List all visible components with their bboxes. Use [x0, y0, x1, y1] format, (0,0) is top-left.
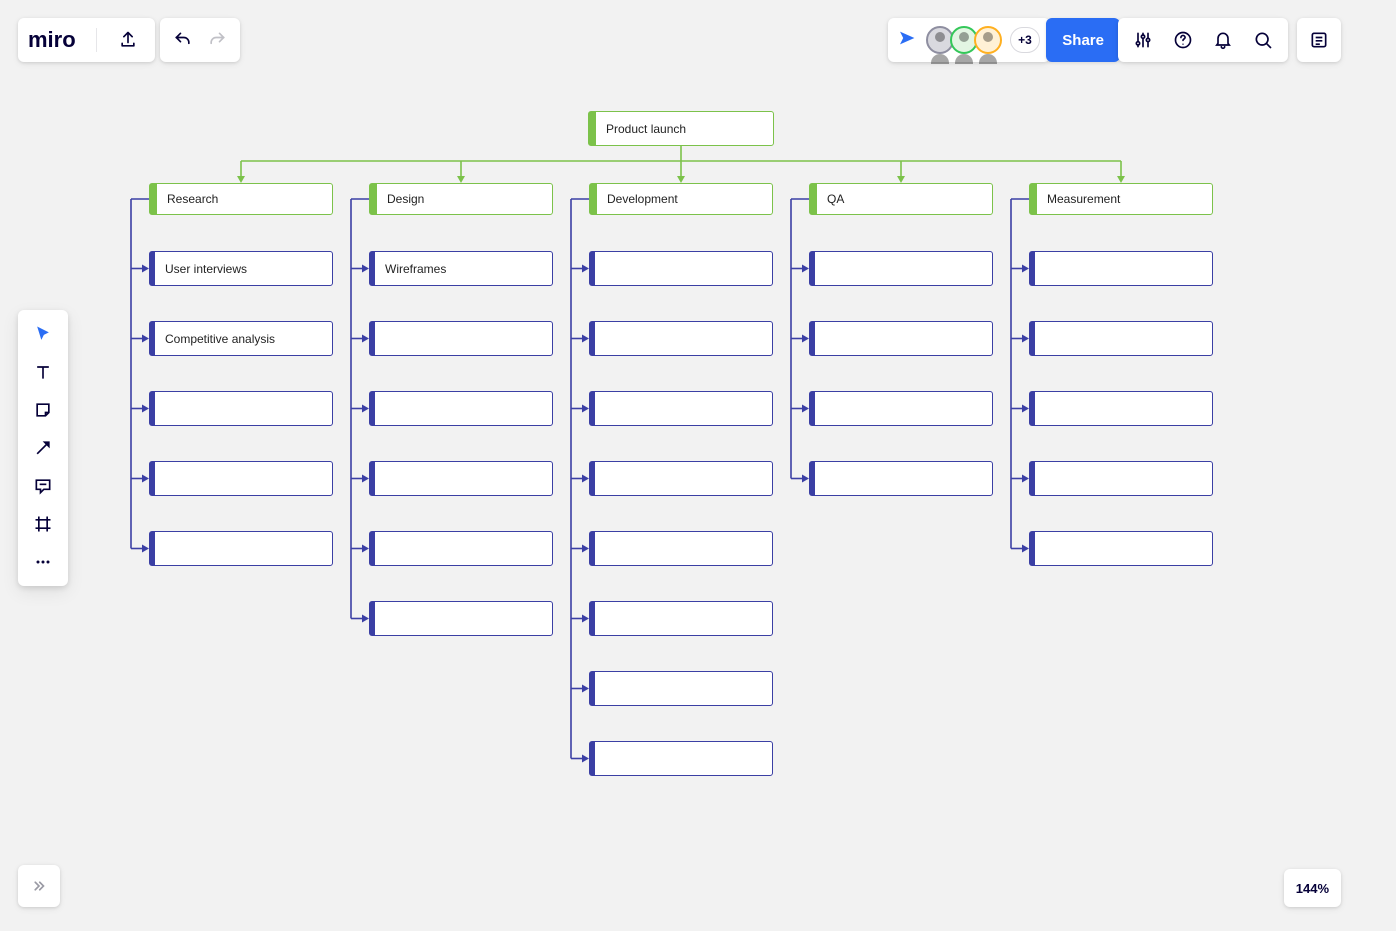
item-node[interactable]: [149, 391, 333, 426]
text-icon: [33, 362, 53, 382]
category-node[interactable]: Measurement: [1029, 183, 1213, 215]
node-label: Product launch: [606, 122, 686, 136]
collapse-toolbar-button[interactable]: [18, 865, 60, 907]
category-node[interactable]: Design: [369, 183, 553, 215]
help-button[interactable]: [1166, 23, 1200, 57]
item-node[interactable]: [589, 671, 773, 706]
search-icon: [1253, 30, 1273, 50]
comment-icon: [33, 476, 53, 496]
root-node[interactable]: Product launch: [588, 111, 774, 146]
sliders-icon: [1133, 30, 1153, 50]
item-node[interactable]: [1029, 391, 1213, 426]
avatars-more[interactable]: +3: [1010, 27, 1040, 53]
bell-icon: [1213, 30, 1233, 50]
sticky-note-tool[interactable]: [23, 392, 63, 428]
item-node[interactable]: User interviews: [149, 251, 333, 286]
item-node[interactable]: [809, 461, 993, 496]
text-tool[interactable]: [23, 354, 63, 390]
item-node[interactable]: [589, 251, 773, 286]
item-node[interactable]: [589, 741, 773, 776]
node-label: Competitive analysis: [165, 332, 275, 346]
node-label: User interviews: [165, 262, 247, 276]
export-button[interactable]: [111, 23, 145, 57]
item-node[interactable]: Wireframes: [369, 251, 553, 286]
category-node[interactable]: QA: [809, 183, 993, 215]
cursor-icon: [33, 324, 53, 344]
node-label: Measurement: [1047, 192, 1120, 206]
more-tools[interactable]: [23, 544, 63, 580]
divider: [96, 28, 97, 52]
undo-button[interactable]: [166, 23, 200, 57]
item-node[interactable]: [589, 531, 773, 566]
item-node[interactable]: [369, 531, 553, 566]
share-button[interactable]: Share: [1046, 18, 1120, 62]
item-node[interactable]: [1029, 321, 1213, 356]
undo-icon: [173, 30, 193, 50]
side-toolbar: [18, 310, 68, 586]
frame-tool[interactable]: [23, 506, 63, 542]
app-panel: miro: [18, 18, 155, 62]
item-node[interactable]: [589, 321, 773, 356]
redo-icon: [207, 30, 227, 50]
avatars: [926, 26, 1002, 54]
canvas[interactable]: Product launch Research User interviews Com…: [0, 0, 1396, 931]
zoom-indicator[interactable]: 144%: [1284, 869, 1341, 907]
sticky-note-icon: [33, 400, 53, 420]
comment-tool[interactable]: [23, 468, 63, 504]
chevrons-right-icon: [30, 877, 48, 895]
dots-icon: [33, 552, 53, 572]
search-button[interactable]: [1246, 23, 1280, 57]
history-panel: [160, 18, 240, 62]
node-label: Design: [387, 192, 424, 206]
item-node[interactable]: [149, 461, 333, 496]
node-label: QA: [827, 192, 844, 206]
item-node[interactable]: Competitive analysis: [149, 321, 333, 356]
node-label: Wireframes: [385, 262, 446, 276]
category-node[interactable]: Research: [149, 183, 333, 215]
item-node[interactable]: [1029, 251, 1213, 286]
item-node[interactable]: [809, 251, 993, 286]
app-logo[interactable]: miro: [28, 27, 76, 53]
settings-button[interactable]: [1126, 23, 1160, 57]
item-node[interactable]: [369, 601, 553, 636]
help-icon: [1173, 30, 1193, 50]
item-node[interactable]: [369, 461, 553, 496]
item-node[interactable]: [1029, 461, 1213, 496]
avatar[interactable]: [974, 26, 1002, 54]
item-node[interactable]: [149, 531, 333, 566]
notes-icon: [1309, 30, 1329, 50]
notifications-button[interactable]: [1206, 23, 1240, 57]
item-node[interactable]: [589, 391, 773, 426]
item-node[interactable]: [1029, 531, 1213, 566]
item-node[interactable]: [809, 391, 993, 426]
topbar: miro +3 Share: [0, 18, 1396, 62]
item-node[interactable]: [369, 391, 553, 426]
line-tool[interactable]: [23, 430, 63, 466]
presentation-icon[interactable]: [898, 30, 918, 51]
tools-panel: [1118, 18, 1288, 62]
notes-panel-button[interactable]: [1297, 18, 1341, 62]
item-node[interactable]: [589, 601, 773, 636]
select-tool[interactable]: [23, 316, 63, 352]
item-node[interactable]: [589, 461, 773, 496]
item-node[interactable]: [809, 321, 993, 356]
item-node[interactable]: [369, 321, 553, 356]
node-label: Development: [607, 192, 678, 206]
presence-panel: +3: [888, 18, 1050, 62]
frame-icon: [33, 514, 53, 534]
zoom-value: 144%: [1296, 881, 1329, 896]
arrow-icon: [33, 438, 53, 458]
node-label: Research: [167, 192, 218, 206]
redo-button[interactable]: [200, 23, 234, 57]
export-icon: [118, 30, 138, 50]
category-node[interactable]: Development: [589, 183, 773, 215]
